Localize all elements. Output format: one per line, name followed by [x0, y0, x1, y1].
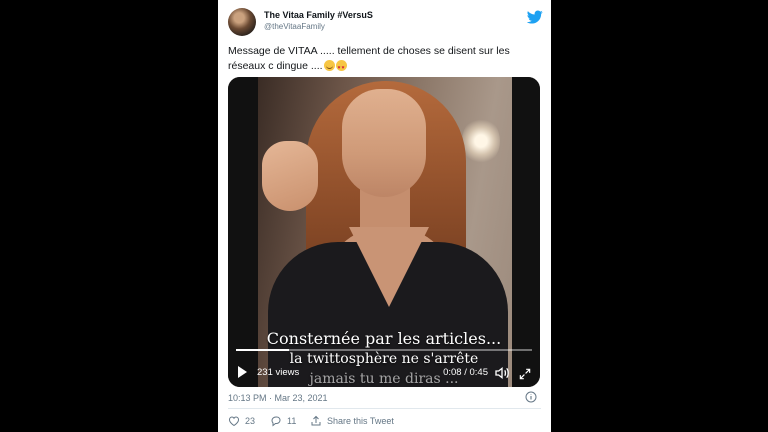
- share-action[interactable]: Share this Tweet: [310, 415, 394, 427]
- user-handle[interactable]: @theVitaaFamily: [264, 22, 373, 31]
- like-action[interactable]: 23: [228, 415, 255, 427]
- share-icon: [311, 415, 321, 426]
- video-subtitle-line-1: Consternée par les articles...: [266, 329, 502, 348]
- heart-icon: [228, 416, 240, 427]
- tweet-header: The Vitaa Family #VersuS @theVitaaFamily: [228, 7, 543, 39]
- display-name[interactable]: The Vitaa Family #VersuS: [264, 10, 373, 20]
- video-progress-bar[interactable]: [236, 349, 532, 351]
- tweet-body: Message de VITAA ..... tellement de chos…: [228, 45, 510, 72]
- info-icon[interactable]: [525, 391, 537, 403]
- video-controls: 231 views 0:08 / 0:45: [228, 347, 540, 387]
- twitter-bird-icon[interactable]: [527, 9, 543, 25]
- author-names: The Vitaa Family #VersuS @theVitaaFamily: [264, 10, 373, 31]
- reply-count: 11: [287, 416, 297, 426]
- fullscreen-icon[interactable]: [518, 367, 532, 381]
- lamp-glow: [462, 117, 500, 165]
- reply-action[interactable]: 11: [270, 415, 296, 427]
- hand-shape: [262, 141, 318, 211]
- video-player[interactable]: Consternée par les articles... la twitto…: [228, 77, 540, 387]
- divider: [228, 408, 541, 409]
- video-time: 0:08 / 0:45: [443, 367, 488, 378]
- share-label: Share this Tweet: [327, 416, 394, 426]
- video-progress-fill: [236, 349, 290, 351]
- tweet-text: Message de VITAA ..... tellement de chos…: [228, 44, 540, 76]
- play-icon[interactable]: [238, 366, 247, 378]
- smiling-face-icon: [323, 60, 335, 71]
- avatar[interactable]: [228, 8, 256, 36]
- like-count: 23: [245, 416, 256, 426]
- heart-eyes-icon: [335, 60, 347, 76]
- reply-icon: [271, 416, 281, 427]
- vneck-shape: [349, 227, 429, 307]
- view-count: 231 views: [257, 367, 300, 378]
- tweet-card: The Vitaa Family #VersuS @theVitaaFamily…: [218, 0, 551, 432]
- volume-icon[interactable]: [494, 365, 510, 381]
- face-shape: [342, 89, 426, 197]
- tweet-timestamp[interactable]: 10:13 PM · Mar 23, 2021: [228, 393, 328, 403]
